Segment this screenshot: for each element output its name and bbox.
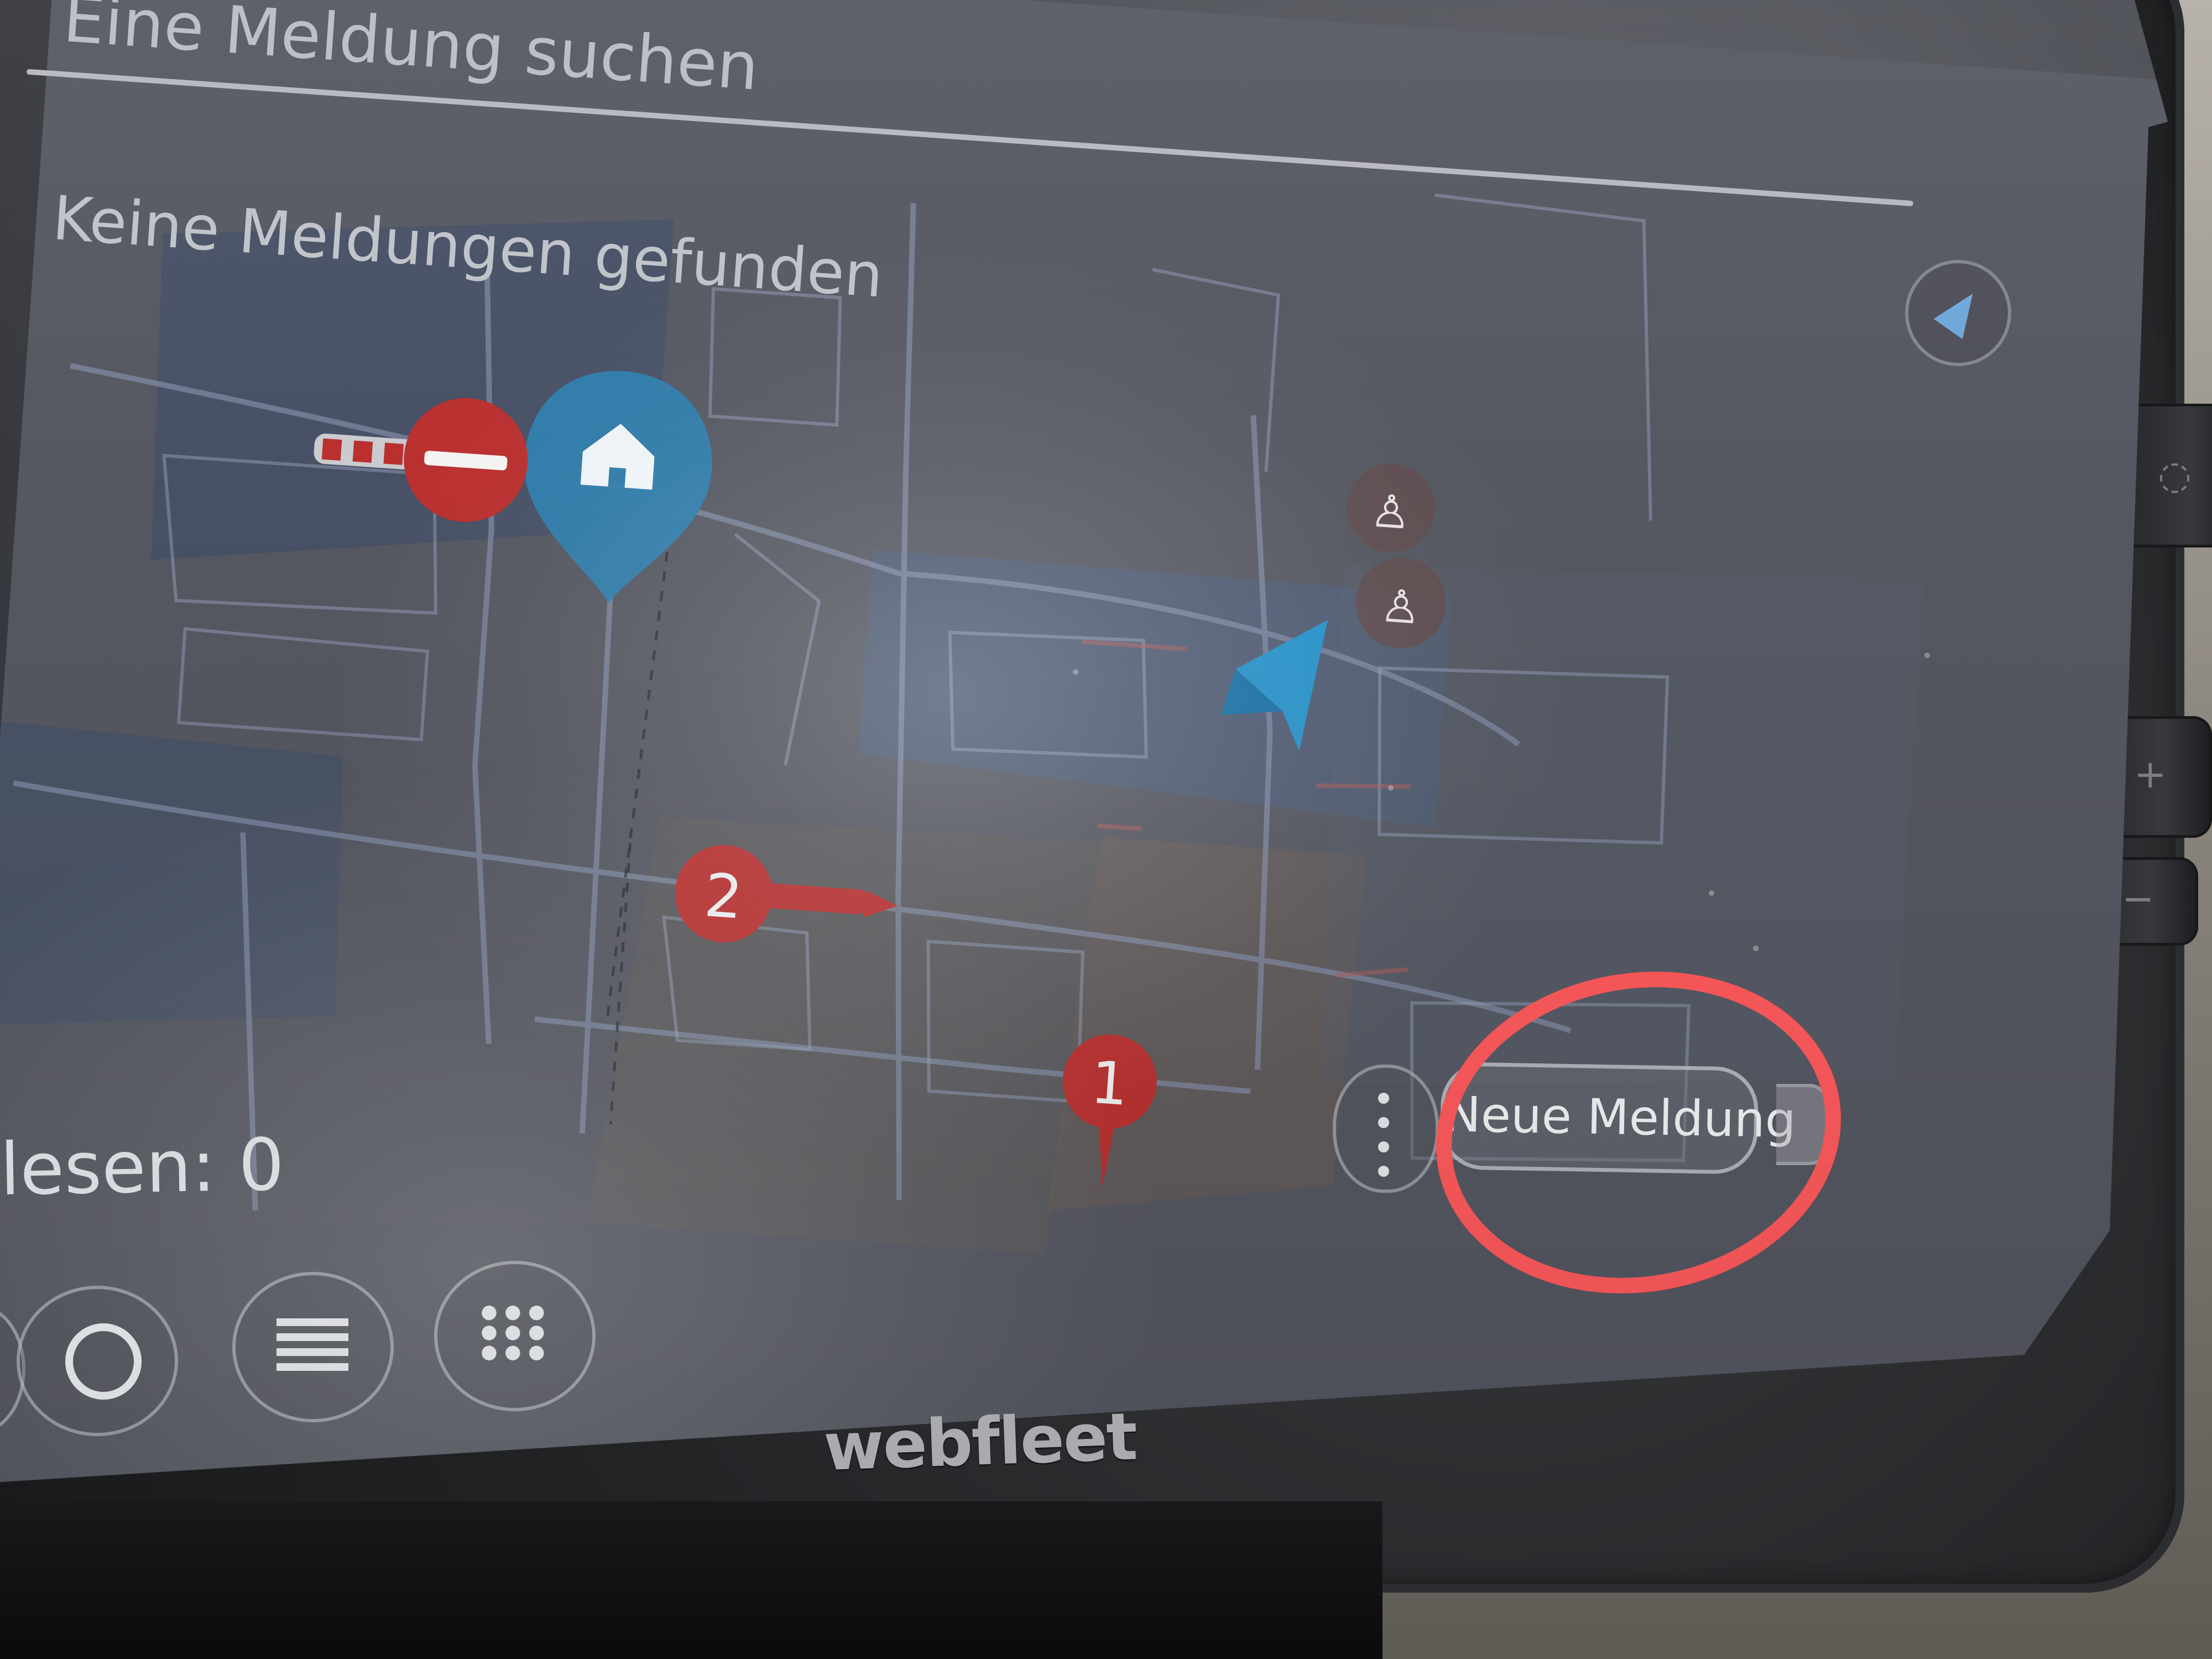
- power-icon: ◌: [2158, 452, 2192, 498]
- dust-particle: [1709, 890, 1714, 896]
- brand-logo: webfleet: [822, 1398, 1138, 1485]
- incident-marker-2-label: 2: [702, 861, 745, 932]
- home-nav-button[interactable]: [17, 1286, 178, 1436]
- device-bottom-bezel: [0, 1501, 1383, 1659]
- svg-text:♙: ♙: [1379, 580, 1423, 635]
- minus-icon: −: [2122, 876, 2154, 921]
- plus-icon: +: [2134, 752, 2167, 797]
- list-nav-button[interactable]: [232, 1272, 394, 1422]
- incident-marker-1-label: 1: [1089, 1048, 1131, 1119]
- svg-text:♙: ♙: [1369, 484, 1413, 540]
- dust-particle: [1924, 653, 1930, 658]
- unread-count: elesen: 0: [0, 1122, 285, 1213]
- device-photo: ◌ + − ♙ ♙ 2 1 Eine Meldung suchen Keine …: [0, 0, 2212, 1659]
- dust-particle: [1753, 946, 1759, 951]
- bottom-navigation: [0, 1261, 719, 1436]
- home-icon: [65, 1323, 142, 1400]
- dust-particle: [1073, 669, 1078, 675]
- grid-icon: [477, 1303, 549, 1364]
- apps-nav-button[interactable]: [434, 1261, 596, 1411]
- dust-particle: [1388, 785, 1394, 791]
- list-icon: [276, 1318, 348, 1371]
